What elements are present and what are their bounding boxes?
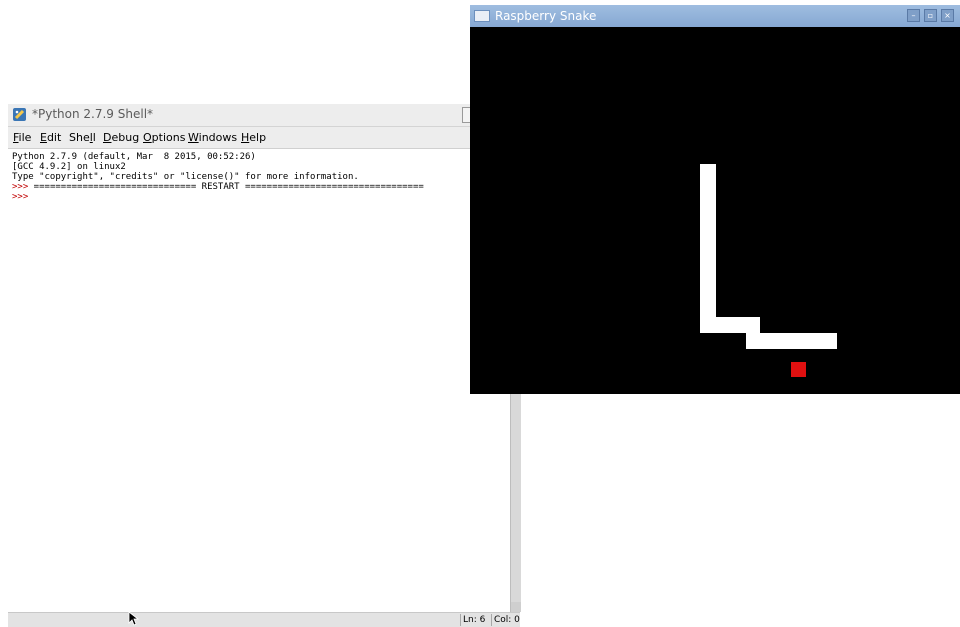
output-line: Python 2.7.9 (default, Mar 8 2015, 00:52… — [12, 152, 256, 162]
menu-windows[interactable]: Windows — [188, 131, 237, 144]
restart-line: >>> ============================== RESTA… — [12, 182, 424, 192]
game-titlebar[interactable]: Raspberry Snake – ▫ × — [470, 5, 960, 27]
close-button[interactable]: × — [941, 9, 954, 22]
game-window-title: Raspberry Snake — [495, 9, 597, 23]
output-line: [GCC 4.9.2] on linux2 — [12, 162, 126, 172]
shell-titlebar[interactable]: *Python 2.7.9 Shell* — [8, 104, 520, 127]
menu-debug[interactable]: Debug — [103, 131, 139, 144]
game-canvas[interactable] — [470, 27, 960, 394]
snake-game-window: Raspberry Snake – ▫ × — [470, 5, 960, 394]
status-line: Ln: 6 — [460, 614, 485, 626]
snake-body-step — [700, 317, 760, 333]
status-column: Col: 0 — [491, 614, 520, 626]
restart-text: ============================== RESTART =… — [28, 182, 424, 192]
menu-shell[interactable]: Shell — [69, 131, 96, 144]
menu-options[interactable]: Options — [143, 131, 185, 144]
maximize-button[interactable]: ▫ — [924, 9, 937, 22]
snake-body-vertical — [700, 164, 716, 333]
menu-help[interactable]: Help — [241, 131, 266, 144]
python-shell-window: *Python 2.7.9 Shell* File Edit Shell Deb… — [8, 104, 521, 627]
minimize-button[interactable]: – — [907, 9, 920, 22]
mouse-pointer-icon — [128, 611, 139, 626]
status-bar: Ln: 6 Col: 0 — [8, 612, 520, 627]
menu-edit[interactable]: Edit — [40, 131, 61, 144]
python-icon — [13, 108, 26, 121]
window-icon — [474, 10, 490, 22]
shell-window-title: *Python 2.7.9 Shell* — [32, 107, 154, 121]
input-prompt: >>> — [12, 192, 29, 202]
shell-text-area[interactable]: Python 2.7.9 (default, Mar 8 2015, 00:52… — [8, 148, 510, 613]
prompt-marker: >>> — [12, 182, 29, 192]
scroll-down-arrow-icon[interactable] — [511, 602, 521, 612]
menu-bar: File Edit Shell Debug Options Windows He… — [8, 127, 520, 148]
output-line: Type "copyright", "credits" or "license(… — [12, 172, 359, 182]
menu-file[interactable]: File — [13, 131, 31, 144]
food-pellet — [791, 362, 806, 377]
snake-body-horizontal — [746, 333, 837, 349]
